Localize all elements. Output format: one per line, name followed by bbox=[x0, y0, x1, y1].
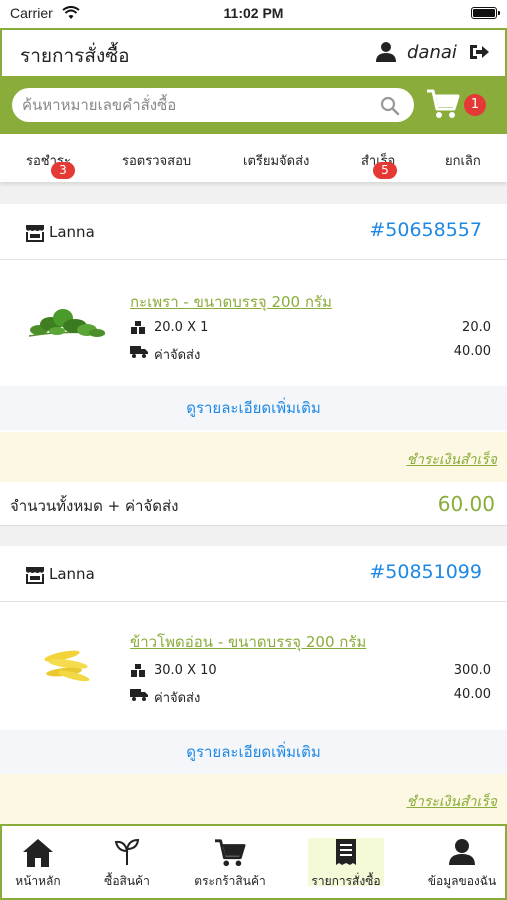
shipping-value: 40.00 bbox=[453, 344, 491, 359]
payment-status-row: ชำระเงินสำเร็จ bbox=[0, 774, 507, 824]
nav-label: ตระกร้าสินค้า bbox=[194, 874, 266, 888]
nav-label: ซื้อสินค้า bbox=[104, 874, 150, 888]
view-details-button[interactable]: ดูรายละเอียดเพิ่มเติม bbox=[0, 386, 507, 430]
nav-label: ข้อมูลของฉัน bbox=[427, 874, 497, 888]
tab-badge-pending-payment: 3 bbox=[51, 162, 75, 179]
store-row: Lanna #50658557 bbox=[0, 204, 507, 260]
quantity-line: 30.0 X 10 300.0 bbox=[130, 662, 491, 680]
basil-product-image[interactable] bbox=[25, 300, 109, 348]
quantity-label: 30.0 X 10 bbox=[154, 663, 217, 678]
boxes-icon bbox=[130, 664, 146, 682]
baby-corn-product-image[interactable] bbox=[40, 644, 96, 688]
payment-status-link[interactable]: ชำระเงินสำเร็จ bbox=[406, 449, 497, 471]
shipping-label: ค่าจัดส่ง bbox=[154, 348, 201, 363]
store-row: Lanna #50851099 bbox=[0, 546, 507, 602]
status-bar: Carrier 11:02 PM bbox=[0, 0, 507, 28]
cart-icon bbox=[184, 838, 276, 868]
search-input[interactable] bbox=[22, 88, 372, 122]
order-status-tabs: รอชำระ 3 รอตรวจสอบ เตรียมจัดส่ง สำเร็จ 5… bbox=[0, 134, 507, 182]
total-row: จำนวนทั้งหมด + ค่าจัดส่ง 60.00 bbox=[0, 482, 507, 526]
quantity-line: 20.0 X 1 20.0 bbox=[130, 319, 491, 337]
sprout-icon bbox=[88, 838, 166, 868]
payment-status-link[interactable]: ชำระเงินสำเร็จ bbox=[406, 791, 497, 813]
search-icon[interactable] bbox=[380, 96, 400, 120]
quantity-value: 300.0 bbox=[453, 663, 491, 678]
tab-preparing-shipment[interactable]: เตรียมจัดส่ง bbox=[243, 150, 309, 171]
nav-item-cart[interactable]: ตระกร้าสินค้า bbox=[184, 826, 276, 898]
page-title: รายการสั่งซื้อ bbox=[20, 45, 130, 67]
order-number[interactable]: #50658557 bbox=[369, 219, 482, 241]
shipping-line: ค่าจัดส่ง 40.00 bbox=[130, 686, 491, 706]
total-value: 60.00 bbox=[437, 492, 495, 516]
order-number[interactable]: #50851099 bbox=[369, 561, 482, 583]
store-icon bbox=[25, 224, 45, 246]
nav-item-shop[interactable]: ซื้อสินค้า bbox=[88, 826, 166, 898]
receipt-icon bbox=[306, 838, 386, 868]
nav-label: หน้าหลัก bbox=[15, 874, 61, 888]
order-card: Lanna #50851099 ข้าวโพดอ่อน - ขนาดบรรจุ … bbox=[0, 546, 507, 824]
logout-icon[interactable] bbox=[468, 43, 490, 65]
product-name[interactable]: กะเพรา - ขนาดบรรจุ 200 กรัม bbox=[130, 290, 332, 314]
nav-item-home[interactable]: หน้าหลัก bbox=[2, 826, 74, 898]
tab-cancelled[interactable]: ยกเลิก bbox=[445, 150, 481, 171]
nav-label: รายการสั่งซื้อ bbox=[311, 874, 381, 888]
clock: 11:02 PM bbox=[223, 5, 284, 21]
boxes-icon bbox=[130, 321, 146, 339]
tab-badge-completed: 5 bbox=[373, 162, 397, 179]
store-icon bbox=[25, 566, 45, 588]
store-name[interactable]: Lanna bbox=[49, 565, 95, 583]
search-field[interactable] bbox=[12, 88, 414, 122]
quantity-label: 20.0 X 1 bbox=[154, 320, 209, 335]
product-name[interactable]: ข้าวโพดอ่อน - ขนาดบรรจุ 200 กรัม bbox=[130, 630, 366, 654]
shipping-label: ค่าจัดส่ง bbox=[154, 691, 201, 706]
total-label: จำนวนทั้งหมด + ค่าจัดส่ง bbox=[10, 497, 179, 515]
nav-item-profile[interactable]: ข้อมูลของฉัน bbox=[418, 826, 506, 898]
search-bar: 1 bbox=[0, 76, 507, 134]
view-details-button[interactable]: ดูรายละเอียดเพิ่มเติม bbox=[0, 730, 507, 774]
user-icon[interactable] bbox=[375, 41, 397, 67]
tab-pending-review[interactable]: รอตรวจสอบ bbox=[122, 150, 191, 171]
truck-icon bbox=[130, 688, 148, 705]
user-icon bbox=[418, 838, 506, 868]
shipping-value: 40.00 bbox=[453, 687, 491, 702]
bottom-navigation: หน้าหลัก ซื้อสินค้า ตระกร้าสินค้า รายการ… bbox=[0, 824, 507, 900]
battery-icon bbox=[471, 7, 500, 19]
payment-status-row: ชำระเงินสำเร็จ bbox=[0, 432, 507, 482]
home-icon bbox=[2, 838, 74, 868]
app-header: รายการสั่งซื้อ danai bbox=[0, 28, 507, 76]
username[interactable]: danai bbox=[407, 42, 457, 63]
store-name[interactable]: Lanna bbox=[49, 223, 95, 241]
shipping-line: ค่าจัดส่ง 40.00 bbox=[130, 343, 491, 363]
truck-icon bbox=[130, 345, 148, 362]
cart-icon[interactable] bbox=[426, 88, 460, 124]
nav-item-orders[interactable]: รายการสั่งซื้อ bbox=[306, 826, 386, 898]
quantity-value: 20.0 bbox=[462, 320, 491, 335]
order-card: Lanna #50658557 กะเพรา - ขนาดบรรจุ 200 ก… bbox=[0, 204, 507, 526]
cart-count-badge: 1 bbox=[464, 94, 486, 116]
